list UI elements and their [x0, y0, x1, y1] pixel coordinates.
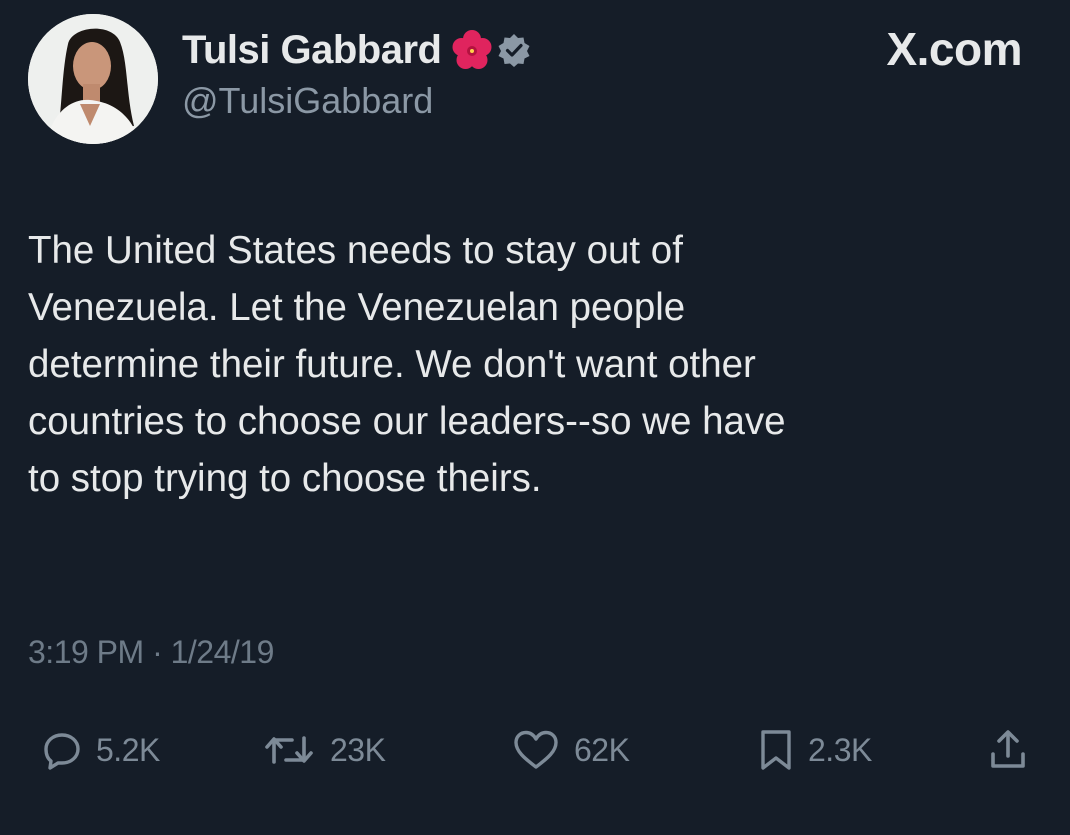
bookmark-icon [758, 728, 794, 772]
action-bar: 5.2K 23K 62K 2.3K [0, 722, 1070, 782]
avatar-portrait-image [28, 14, 158, 144]
verified-badge-icon [497, 33, 531, 67]
author-identity: Tulsi Gabbard @TulsiGabbard [182, 24, 531, 122]
author-display-name[interactable]: Tulsi Gabbard [182, 28, 442, 73]
reply-button[interactable]: 5.2K [42, 722, 160, 778]
repost-count: 23K [330, 731, 386, 768]
hibiscus-icon [451, 29, 493, 71]
tweet-text: The United States needs to stay out of V… [28, 229, 786, 500]
avatar[interactable] [28, 14, 158, 144]
share-icon [988, 728, 1028, 772]
repost-icon [262, 730, 316, 770]
bookmark-button[interactable]: 2.3K [758, 722, 872, 778]
bookmark-count: 2.3K [808, 731, 872, 768]
like-button[interactable]: 62K [512, 722, 630, 778]
source-watermark: X.com [886, 23, 1022, 75]
author-name-row: Tulsi Gabbard [182, 24, 531, 76]
author-handle[interactable]: @TulsiGabbard [182, 80, 531, 122]
reply-count: 5.2K [96, 731, 160, 768]
share-button[interactable] [988, 722, 1028, 778]
reply-icon [42, 730, 82, 770]
tweet-timestamp[interactable]: 3:19 PM · 1/24/19 [28, 634, 274, 671]
heart-icon [512, 729, 560, 771]
repost-button[interactable]: 23K [262, 722, 386, 778]
tweet-card: Tulsi Gabbard @TulsiGabbard X.com The Un… [0, 0, 1070, 835]
like-count: 62K [574, 731, 630, 768]
